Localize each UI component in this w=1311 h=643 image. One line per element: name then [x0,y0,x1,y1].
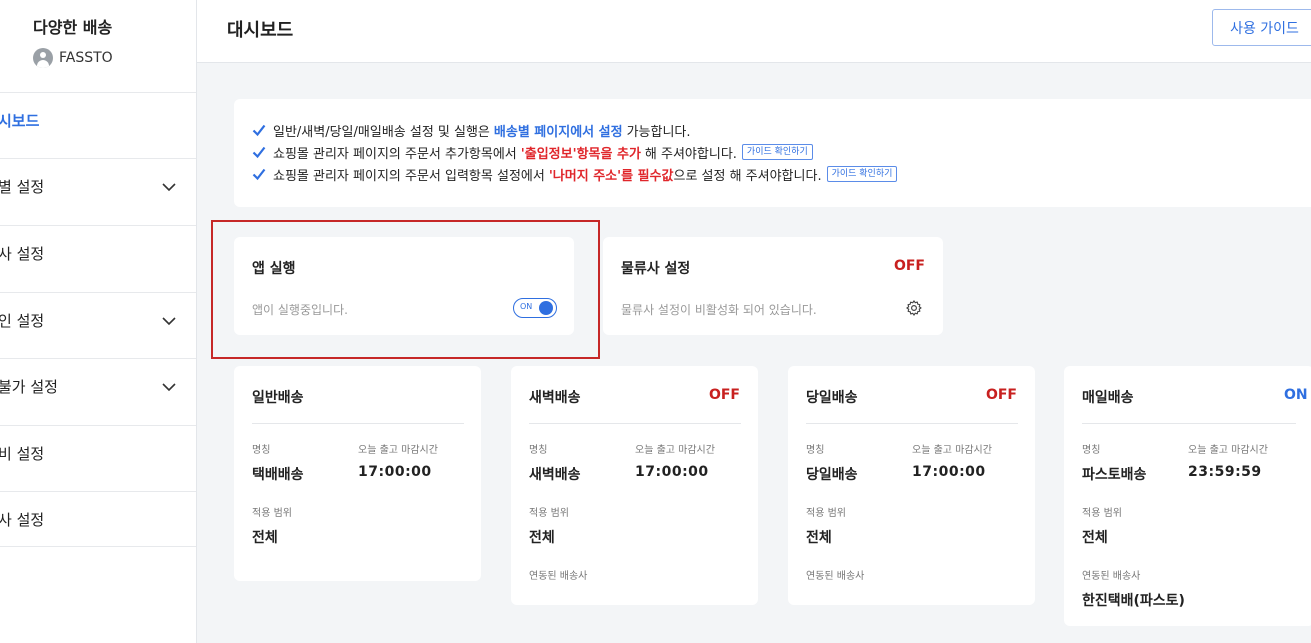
name-label: 명칭 [806,445,825,456]
delivery-card-daily: 매일배송 ON 명칭 오늘 출고 마감시간 파스토배송 23:59:59 적용 … [1064,366,1311,626]
carrier-label: 연동된 배송사 [1082,571,1141,582]
sidebar-item-label: 사 설정 [0,245,45,263]
cutoff-label: 오늘 출고 마감시간 [912,445,992,456]
sidebar-item-6[interactable]: 사 설정 [0,491,196,547]
scope-label: 적용 범위 [529,508,569,519]
name-label: 명칭 [252,445,271,456]
sidebar-item-1[interactable]: 별 설정 [0,158,196,214]
check-icon [252,146,266,159]
user-info: FASSTO [33,48,193,68]
card-title: 일반배송 [252,390,304,406]
sidebar-item-3[interactable]: 인 설정 [0,292,196,348]
status-badge: OFF [893,258,925,274]
scope-label: 적용 범위 [1082,508,1122,519]
name-label: 명칭 [529,445,548,456]
delivery-card-dawn: 새벽배송 OFF 명칭 오늘 출고 마감시간 새벽배송 17:00:00 적용 … [511,366,758,605]
notice-text: 쇼핑몰 관리자 페이지의 주문서 추가항목에서 [273,146,517,162]
cutoff-label: 오늘 출고 마감시간 [358,445,438,456]
cutoff-label: 오늘 출고 마감시간 [1188,445,1268,456]
card-title: 물류사 설정 [621,261,691,277]
divider [529,423,741,424]
delivery-card-same-day: 당일배송 OFF 명칭 오늘 출고 마감시간 당일배송 17:00:00 적용 … [788,366,1035,605]
sidebar-item-label: 사 설정 [0,510,45,529]
status-badge: OFF [708,387,740,403]
sidebar: 다양한 배송 FASSTO 시보드 별 설정 사 설정 인 설정 불가 설정 비… [0,0,197,643]
card-desc: 물류사 설정이 비활성화 되어 있습니다. [621,303,817,317]
notice-highlight: '출입정보'항목을 추가 [520,146,641,162]
notice-line: 쇼핑몰 관리자 페이지의 주문서 입력항목 설정에서 '나머지 주소'를 필수값… [252,163,1311,185]
scope-value: 전체 [252,530,278,546]
avatar [33,48,53,68]
notice-highlight: '나머지 주소'를 필수값 [548,168,674,184]
name-label: 명칭 [1082,445,1101,456]
sidebar-item-label: 시보드 [0,112,40,130]
check-icon [252,168,266,181]
user-name: FASSTO [59,50,113,66]
divider [252,423,464,424]
notice-highlight: 배송별 페이지에서 설정 [493,124,623,140]
card-title: 새벽배송 [529,390,581,406]
card-title: 매일배송 [1082,390,1134,406]
chevron-down-icon [162,383,176,392]
logistics-card: 물류사 설정 OFF 물류사 설정이 비활성화 되어 있습니다. [603,237,943,335]
name-value: 택배배송 [252,467,304,483]
scope-value: 전체 [529,530,555,546]
sidebar-item-label: 인 설정 [0,312,45,330]
notice-text: 가능합니다. [626,124,691,140]
sidebar-item-label: 불가 설정 [0,378,58,396]
notice-text: 으로 설정 해 주셔야합니다. [673,168,822,184]
scope-label: 적용 범위 [252,508,292,519]
notice-text: 일반/새벽/당일/매일배송 설정 및 실행은 [273,124,490,140]
name-value: 당일배송 [806,467,858,483]
divider [1082,423,1296,424]
notice-line: 쇼핑몰 관리자 페이지의 주문서 추가항목에서 '출입정보'항목을 추가 해 주… [252,141,1311,163]
carrier-value: 한진택배(파스토) [1082,593,1185,609]
guide-link[interactable]: 가이드 확인하기 [826,166,898,182]
name-value: 새벽배송 [529,467,581,483]
highlight-frame [211,220,600,359]
sidebar-item-label: 별 설정 [0,178,45,196]
chevron-down-icon [162,317,176,326]
sidebar-item-2[interactable]: 사 설정 [0,225,196,281]
name-value: 파스토배송 [1082,467,1147,483]
check-icon [252,124,266,137]
cutoff-value: 17:00:00 [358,464,432,480]
sidebar-item-5[interactable]: 비 설정 [0,425,196,481]
cutoff-label: 오늘 출고 마감시간 [635,445,715,456]
notice-text: 해 주셔야합니다. [644,146,737,162]
brand-title: 다양한 배송 [33,18,113,37]
user-guide-button[interactable]: 사용 가이드 [1212,9,1311,46]
gear-icon[interactable] [905,299,923,317]
cutoff-value: 17:00:00 [635,464,709,480]
cutoff-value: 17:00:00 [912,464,986,480]
scope-value: 전체 [806,530,832,546]
sidebar-item-4[interactable]: 불가 설정 [0,358,196,414]
notice-panel: 일반/새벽/당일/매일배송 설정 및 실행은 배송별 페이지에서 설정 가능합니… [234,99,1311,207]
divider [806,423,1018,424]
status-badge: ON [1284,387,1308,403]
notice-text: 쇼핑몰 관리자 페이지의 주문서 입력항목 설정에서 [273,168,545,184]
page-header: 대시보드 사용 가이드 [197,0,1311,63]
carrier-label: 연동된 배송사 [806,571,865,582]
chevron-down-icon [162,183,176,192]
brand: 다양한 배송 FASSTO [33,14,193,68]
sidebar-item-label: 비 설정 [0,445,45,463]
status-badge: OFF [985,387,1017,403]
scope-value: 전체 [1082,530,1108,546]
cutoff-value: 23:59:59 [1188,464,1262,480]
sidebar-item-dashboard[interactable]: 시보드 [0,92,196,148]
carrier-label: 연동된 배송사 [529,571,588,582]
card-title: 당일배송 [806,390,858,406]
scope-label: 적용 범위 [806,508,846,519]
notice-line: 일반/새벽/당일/매일배송 설정 및 실행은 배송별 페이지에서 설정 가능합니… [252,119,1311,141]
delivery-card-standard: 일반배송 명칭 오늘 출고 마감시간 택배배송 17:00:00 적용 범위 전… [234,366,481,581]
guide-link[interactable]: 가이드 확인하기 [741,144,813,160]
page-title: 대시보드 [227,20,294,41]
